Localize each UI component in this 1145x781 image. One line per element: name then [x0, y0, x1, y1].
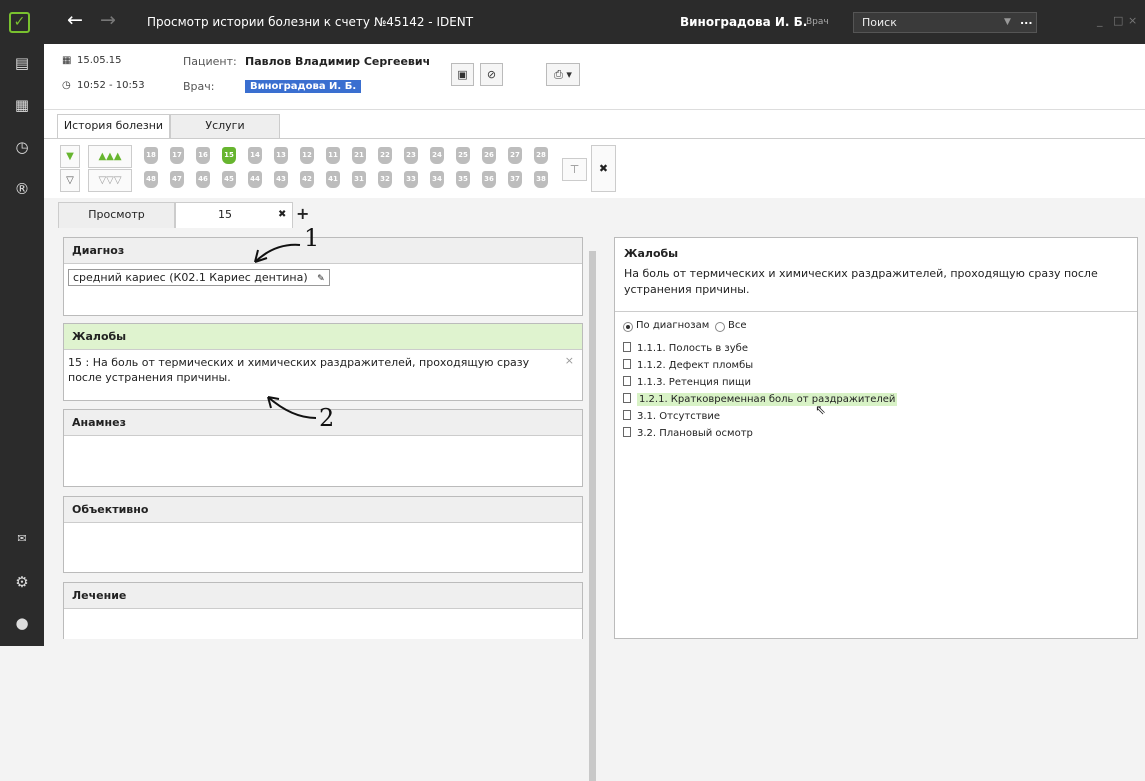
- tree-item[interactable]: 1.2.1. Кратковременная боль от раздражит…: [623, 393, 898, 406]
- tree-item[interactable]: 1.1.2. Дефект пломбы: [623, 359, 753, 371]
- templates-text: На боль от термических и химических разд…: [624, 267, 1098, 296]
- tree-item[interactable]: 3.2. Плановый осмотр: [623, 427, 753, 439]
- tree-item[interactable]: 3.1. Отсутствие: [623, 410, 720, 422]
- tree-item[interactable]: 1.1.3. Ретенция пищи: [623, 376, 751, 388]
- templates-panel: Жалобы На боль от термических и химическ…: [614, 237, 1138, 639]
- tree-item-label: 1.1.3. Ретенция пищи: [637, 377, 751, 388]
- document-icon: [623, 393, 631, 403]
- radio-by-diagnosis-label[interactable]: По диагнозам: [636, 320, 709, 331]
- document-icon: [623, 410, 631, 420]
- tree-item-label: 1.1.2. Дефект пломбы: [637, 360, 754, 371]
- radio-all[interactable]: [715, 322, 725, 332]
- radio-all-label[interactable]: Все: [728, 320, 747, 331]
- annotation-1: 1: [304, 224, 320, 252]
- tree-item-label: 3.1. Отсутствие: [637, 411, 721, 422]
- scroll-thumb[interactable]: [589, 251, 596, 781]
- tree-item-label: 3.2. Плановый осмотр: [637, 428, 753, 439]
- document-icon: [623, 376, 631, 386]
- radio-by-diagnosis[interactable]: [623, 322, 633, 332]
- document-icon: [623, 427, 631, 437]
- annotation-2: 2: [319, 404, 335, 432]
- sections-scrollbar[interactable]: [588, 237, 597, 781]
- document-icon: [623, 342, 631, 352]
- document-icon: [623, 359, 631, 369]
- mouse-cursor-icon: ⇖: [815, 403, 826, 418]
- divider: [615, 311, 1137, 312]
- tree-item-label: 1.1.1. Полость в зубе: [637, 343, 748, 354]
- tree-item[interactable]: 1.1.1. Полость в зубе: [623, 342, 748, 354]
- tree-item-label: 1.2.1. Кратковременная боль от раздражит…: [637, 393, 898, 406]
- templates-title: Жалобы: [624, 247, 679, 260]
